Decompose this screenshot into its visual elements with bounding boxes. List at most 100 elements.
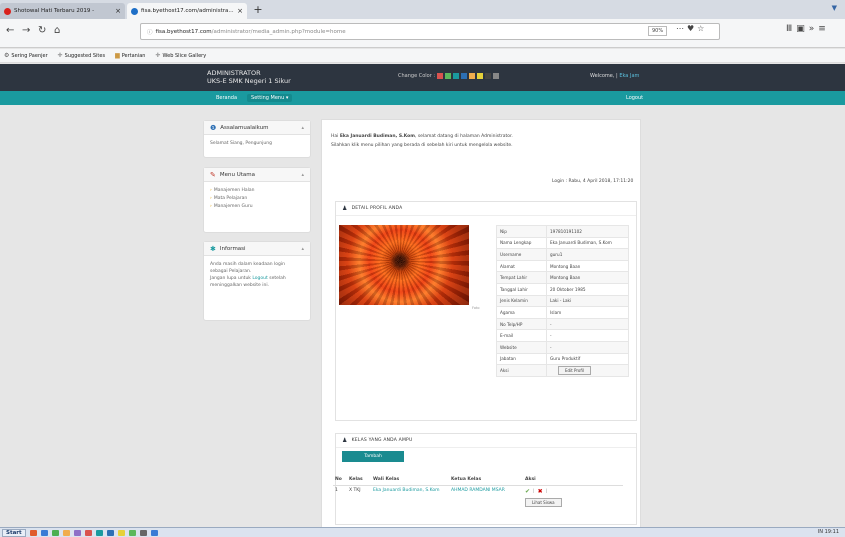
bookmark-item[interactable]: ▆ Pertanian [115,52,145,59]
taskbar-app-icon[interactable] [139,529,147,536]
info-icon: ⓘ [147,29,153,36]
sidebar-item-mata-pelajaran[interactable]: › Mata Pelajaran [210,195,304,203]
taskbar-app-icon[interactable] [29,529,37,536]
info-text: Anda masih dalam keadaan login sebagai P… [210,262,286,274]
profile-value: - [546,329,629,342]
profile-label: E-mail [496,329,547,342]
browser-tab[interactable]: Shotowal Hati Terbaru 2019 - × [0,3,125,19]
page-actions-icon[interactable]: ⋯ [676,24,687,33]
bookmark-item[interactable]: ✛ Web Slice Gallery [155,52,206,59]
menu-item-setting[interactable]: Setting Menu ▾ [247,94,293,102]
profile-row: Agama Islam [496,306,629,319]
profile-value: 197810191102 [546,225,629,238]
welcome-text: Welcome, | Eka Jam [590,73,640,79]
reload-icon[interactable]: ↻ [38,25,46,36]
change-color-picker: Change Color : [398,73,500,79]
home-icon[interactable]: ⌂ [54,25,60,36]
tab-title: Shotowal Hati Terbaru 2019 - [14,8,95,14]
forward-arrow-icon[interactable]: → [22,25,30,36]
main-menu-bar: Beranda Setting Menu ▾ Logout [0,91,845,105]
profile-label: Alamat [496,259,547,273]
profile-row: Jabatan Guru Produktif [496,352,629,366]
profile-value: Eka Januardi Budiman, S.Kom [546,236,629,250]
profile-row: Alamat Montong Baan [496,259,629,273]
taskbar-app-icon[interactable] [117,529,125,536]
logout-link[interactable]: Logout [626,95,643,101]
color-swatch[interactable] [437,73,444,79]
collapse-icon[interactable]: ▴ [301,246,304,252]
slice-icon: ✛ [155,52,161,59]
profile-label: Nip [496,225,547,238]
start-button[interactable]: Start [2,528,26,537]
cell-ketua-kelas[interactable]: AHMAD RAMDANI MSAR [449,485,523,509]
close-tab-icon[interactable]: × [115,7,121,15]
taskbar-app-icon[interactable] [51,529,59,536]
panel-title: KELAS YANG ANDA AMPU [351,438,413,443]
close-tab-icon[interactable]: × [237,7,243,15]
taskbar-app-icon[interactable] [73,529,81,536]
browser-tab-active[interactable]: fisa.byethost17.com/administra... × [127,3,247,19]
sidebar-icon[interactable]: ▣ [796,24,809,34]
taskbar-app-icon[interactable] [40,529,48,536]
collapse-icon[interactable]: ▴ [301,125,304,131]
user-fullname: Eka Januardi Budiman, S.Kom [339,134,415,139]
col-header: Kelas [347,474,371,486]
color-swatch[interactable] [485,73,492,79]
edit-profil-button[interactable]: Edit Profil [558,365,591,375]
user-icon: ♟ [342,205,348,212]
profile-label: Jenis Kelamin [496,294,547,308]
bookmark-item[interactable]: ✛ Suggested Sites [58,52,105,59]
browser-menu-icon[interactable]: ▼ [832,4,837,12]
taskbar-app-icon[interactable] [62,529,70,536]
taskbar-app-icon[interactable] [95,529,103,536]
taskbar-app-icon[interactable] [84,529,92,536]
cell-no: 1 [335,487,338,493]
zoom-indicator[interactable]: 90% [648,26,668,36]
profile-value: Laki - Laki [546,294,629,308]
logout-link[interactable]: Logout [252,276,267,281]
new-tab-button[interactable]: + [251,3,265,17]
address-bar[interactable]: ⓘ fisa.byethost17.com /administrator/med… [140,23,720,40]
class-table: No Kelas Wali Kelas Ketua Kelas Aksi 1 X… [333,474,623,509]
hamburger-menu-icon[interactable]: ≡ [818,24,830,34]
profile-value: Guru Produktif [546,352,629,366]
bookmark-star-icon[interactable]: ☆ [697,24,707,33]
color-swatch[interactable] [461,73,468,79]
color-swatch[interactable] [445,73,452,79]
edit-check-icon[interactable]: ✔ [525,488,530,495]
os-taskbar: Start IN 19:11 [0,527,845,537]
menu-item-beranda[interactable]: Beranda [212,94,241,102]
profile-photo [339,225,469,305]
color-swatch[interactable] [453,73,460,79]
profile-label: Tanggal Lahir [496,282,547,296]
tambah-button[interactable]: Tambah [342,451,404,462]
profile-value: - [546,340,629,354]
bullet-icon: › [210,204,212,209]
library-icon[interactable]: Ⅲ [786,24,796,34]
color-swatch[interactable] [493,73,500,79]
sidebar-item-manajemen-halan[interactable]: › Manajemen Halan [210,187,304,195]
profile-table: Nip 197810191102 Nama Lengkap Eka Januardi … [496,225,629,377]
profile-label: Website [496,340,547,354]
lihat-siswa-button[interactable]: Lihat Siswa [525,497,562,507]
profile-row: Tanggal Lahir 20 Oktober 1985 [496,282,629,296]
profile-row: Nama Lengkap Eka Januardi Budiman, S.Kom [496,236,629,250]
back-arrow-icon[interactable]: ← [6,25,14,36]
sidebar-item-manajemen-guru[interactable]: › Manajemen Guru [210,203,304,211]
assalamu-panel: ❶ Assalamualaikum ▴ Selamat Siang, Pengu… [203,120,311,158]
taskbar-app-icon[interactable] [150,529,158,536]
profile-value: Montong Baan [546,259,629,273]
taskbar-app-icon[interactable] [106,529,114,536]
color-swatch[interactable] [469,73,476,79]
color-swatch[interactable] [477,73,484,79]
overflow-icon[interactable]: » [809,24,819,34]
bookmark-item[interactable]: ⚙ Sering Paenjer [4,52,48,59]
delete-icon[interactable]: ✖ [538,488,543,495]
taskbar-app-icon[interactable] [128,529,136,536]
user-name-link[interactable]: Eka Jam [619,73,639,79]
col-header: No [333,474,347,486]
pocket-icon[interactable]: ♥ [687,24,697,33]
cell-wali-kelas[interactable]: Eka Januardi Budiman, S.Kom [371,485,449,509]
pencil-icon: ✎ [210,170,216,179]
collapse-icon[interactable]: ▴ [301,172,304,178]
